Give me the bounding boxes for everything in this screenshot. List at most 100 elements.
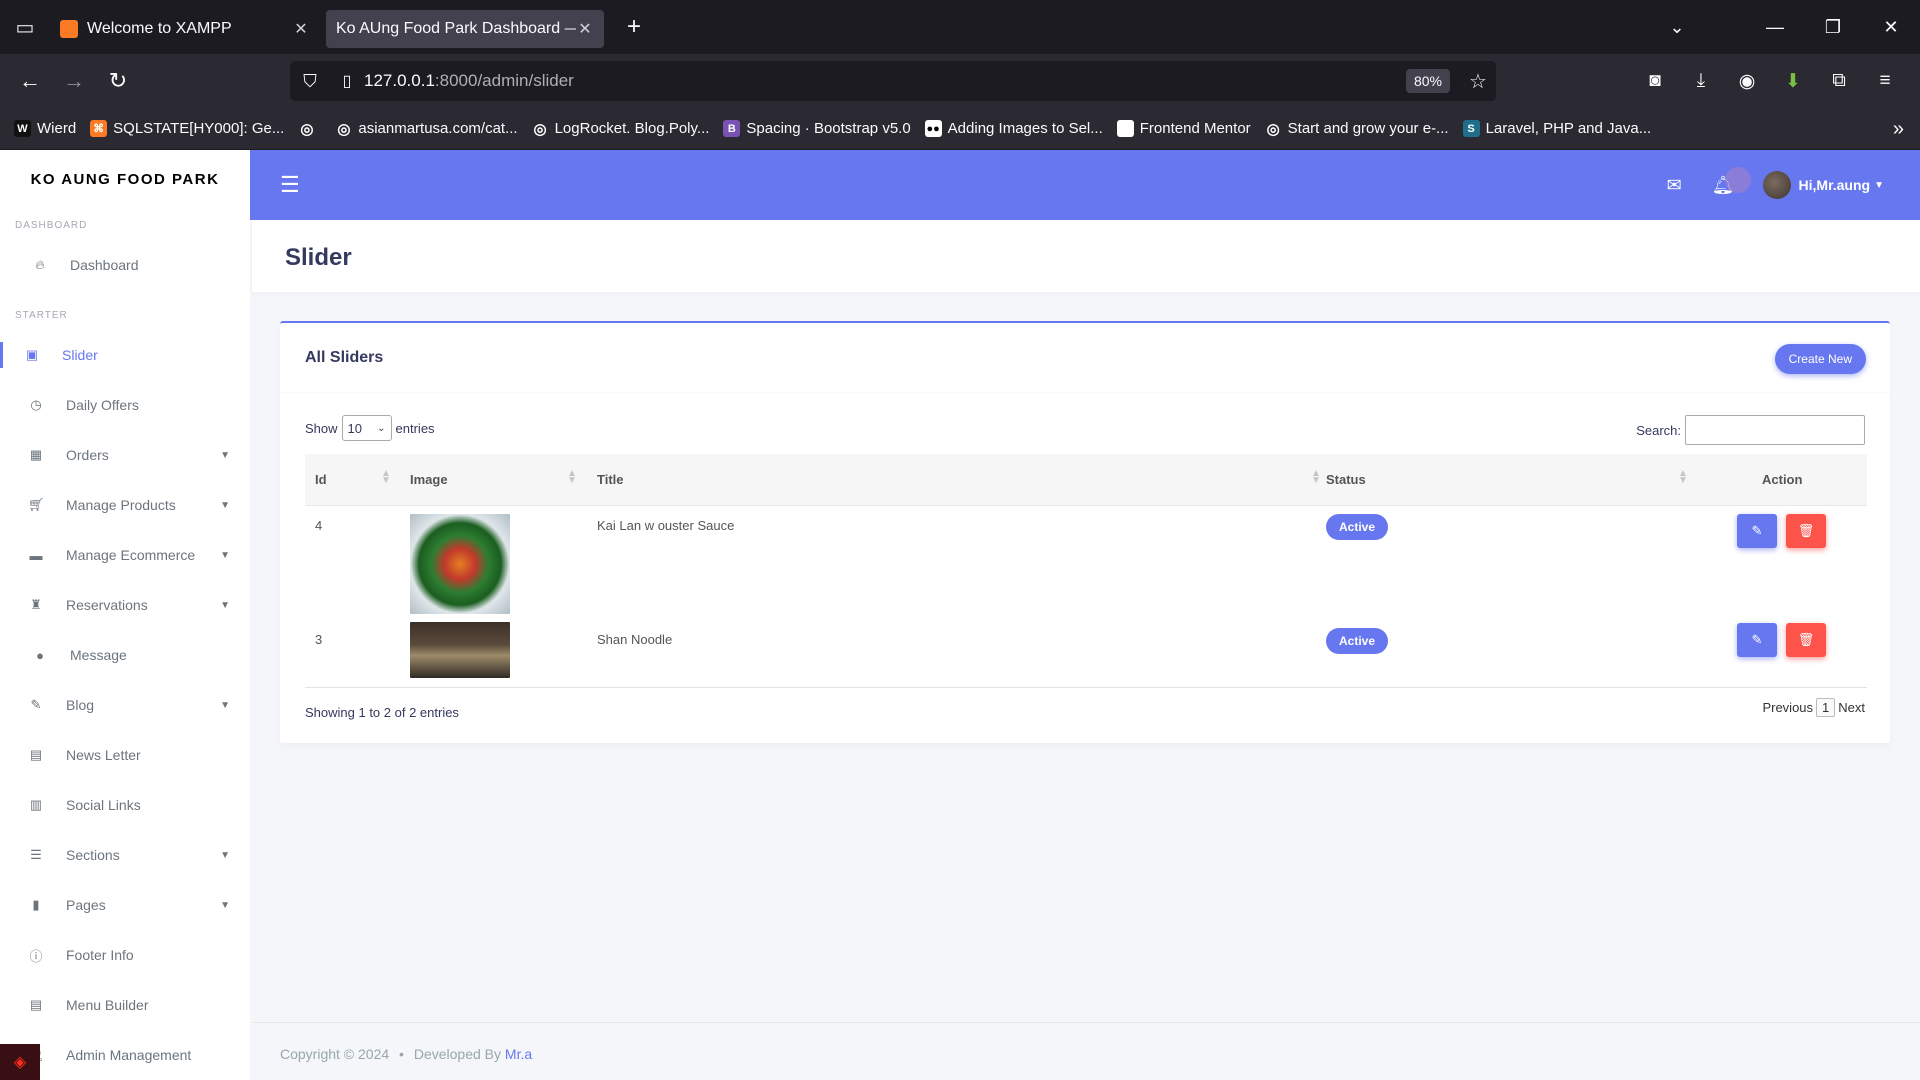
sidebar-item-pages[interactable]: ▮ Pages ▼: [0, 880, 250, 930]
chevron-down-icon: ⌄: [377, 422, 386, 434]
chevron-down-icon[interactable]: ⌄: [1648, 17, 1706, 38]
hamburger-menu-icon[interactable]: ☰: [280, 172, 300, 198]
bell-icon[interactable]: 🔔︎: [1712, 166, 1751, 196]
bookmark-star-icon[interactable]: ☆: [1460, 69, 1496, 94]
bookmark-item[interactable]: ◎: [298, 120, 321, 138]
sidebar-item-manage-products[interactable]: 🛒︎ Manage Products ▼: [0, 480, 250, 530]
sliders-table: Id ▲ ▼ Image ▲ ▼ Title ▲ ▼ Status ▲ ▼ Action…: [305, 454, 1867, 688]
bookmark-item[interactable]: ◎ LogRocket. Blog.Poly...: [532, 120, 710, 138]
menu-header-dashboard: DASHBOARD: [15, 220, 88, 231]
tab-xampp[interactable]: Welcome to XAMPP ✕: [50, 10, 320, 48]
sidebar-item-slider[interactable]: ▣ Slider: [0, 330, 250, 380]
reload-icon[interactable]: ↻: [96, 68, 140, 94]
tab-dashboard[interactable]: Ko AUng Food Park Dashboard — S ✕: [326, 10, 604, 48]
trash-icon: 🗑︎: [1797, 632, 1815, 647]
column-header-title[interactable]: Title: [597, 472, 624, 487]
bookmark-item[interactable]: ⌘ SQLSTATE[HY000]: Ge...: [90, 120, 284, 137]
globe-icon: ◎: [533, 120, 547, 138]
extensions-icon[interactable]: ⧉: [1816, 70, 1862, 92]
sidebar-item-social-links[interactable]: ▥ Social Links: [0, 780, 250, 830]
bookmark-item[interactable]: ●● Adding Images to Sel...: [924, 120, 1103, 137]
sidebar-item-orders[interactable]: ▦ Orders ▼: [0, 430, 250, 480]
forward-icon[interactable]: →: [52, 68, 96, 94]
sort-icon[interactable]: ▲ ▼: [1678, 469, 1688, 486]
download-icon[interactable]: ⤓: [1678, 70, 1724, 92]
brand-logo[interactable]: KO AUNG FOOD PARK: [0, 150, 250, 208]
bookmark-item[interactable]: Frontend Mentor: [1116, 120, 1251, 137]
bookmark-item[interactable]: B Spacing · Bootstrap v5.0: [723, 120, 911, 137]
bookmark-item[interactable]: ◎ asianmartusa.com/cat...: [335, 120, 517, 138]
trash-icon: 🗑︎: [1797, 523, 1815, 538]
sidebar-item-news-letter[interactable]: ▤ News Letter: [0, 730, 250, 780]
sidebar-item-dashboard[interactable]: 🔥︎ Dashboard: [0, 240, 250, 290]
caret-down-icon: ▼: [220, 449, 230, 461]
caret-down-icon: ▼: [220, 599, 230, 611]
frontend-mentor-icon: [1116, 120, 1134, 137]
tab-title: Ko AUng Food Park Dashboard — S: [336, 20, 576, 37]
sidebar-item-footer-info[interactable]: ⓘ Footer Info: [0, 930, 250, 980]
next-button[interactable]: Next: [1838, 700, 1865, 715]
entries-length: Show 10 ⌄ entries: [305, 415, 435, 441]
sort-desc-icon[interactable]: ▲ ▼: [381, 469, 391, 486]
close-tab-icon[interactable]: ✕: [576, 19, 594, 39]
zoom-indicator[interactable]: 80%: [1405, 69, 1450, 93]
entries-select[interactable]: 10 ⌄: [341, 415, 392, 441]
sidebar-item-daily-offers[interactable]: ◷ Daily Offers: [0, 380, 250, 430]
column-header-action: Action: [1762, 472, 1803, 487]
previous-button[interactable]: Previous: [1762, 700, 1813, 715]
notification-beep-icon: [1724, 166, 1751, 193]
edit-button[interactable]: ✎: [1737, 623, 1777, 657]
author-link[interactable]: Mr.a: [505, 1046, 532, 1062]
url-text[interactable]: 127.0.0.1:8000/admin/slider: [364, 71, 1406, 91]
envelope-icon[interactable]: ✉: [1667, 175, 1682, 196]
minimize-icon[interactable]: —: [1746, 17, 1804, 38]
menu-icon[interactable]: ≡: [1862, 70, 1908, 92]
delete-button[interactable]: 🗑︎: [1786, 514, 1826, 548]
sidebar-item-sections[interactable]: ☰ Sections ▼: [0, 830, 250, 880]
close-window-icon[interactable]: ✕: [1862, 17, 1920, 38]
sidebar-item-reservations[interactable]: ♜ Reservations ▼: [0, 580, 250, 630]
tab-title: Welcome to XAMPP: [87, 20, 232, 37]
sidebar-item-message[interactable]: ● Message: [0, 630, 250, 680]
extension-green-icon[interactable]: ⬇: [1770, 70, 1816, 93]
tab-list-icon[interactable]: ▭: [0, 0, 50, 54]
create-new-button[interactable]: Create New: [1774, 344, 1866, 374]
user-name[interactable]: Hi,Mr.aung: [1799, 177, 1871, 193]
sidebar-item-label: Social Links: [66, 797, 141, 813]
laravel-debugbar-icon[interactable]: ◈: [0, 1044, 40, 1080]
edit-button[interactable]: ✎: [1737, 514, 1777, 548]
restore-icon[interactable]: ❐: [1804, 17, 1862, 38]
column-header-id[interactable]: Id: [315, 472, 327, 487]
box-icon: ▦: [29, 447, 43, 462]
top-navbar: ☰ ✉ 🔔︎ Hi,Mr.aung ▼: [250, 150, 1920, 220]
sidebar-item-blog[interactable]: ✎ Blog ▼: [0, 680, 250, 730]
search-input[interactable]: [1685, 415, 1865, 445]
url-bar[interactable]: ⛉ ▯ 127.0.0.1:8000/admin/slider 80% ☆: [290, 61, 1496, 101]
sidebar-item-manage-ecommerce[interactable]: ▬ Manage Ecommerce ▼: [0, 530, 250, 580]
shield-icon[interactable]: ⛉: [290, 71, 330, 92]
caret-down-icon[interactable]: ▼: [1874, 180, 1884, 191]
datatable-info: Showing 1 to 2 of 2 entries: [305, 705, 459, 720]
bookmark-item[interactable]: S Laravel, PHP and Java...: [1462, 120, 1651, 137]
back-icon[interactable]: ←: [8, 68, 52, 94]
bookmark-item[interactable]: ◎ Start and grow your e-...: [1265, 120, 1449, 138]
sort-icon[interactable]: ▲ ▼: [1311, 469, 1321, 486]
pocket-icon[interactable]: ◙: [1632, 70, 1678, 92]
sidebar-item-label: Footer Info: [66, 947, 134, 963]
new-tab-button[interactable]: +: [612, 13, 656, 41]
page-number-button[interactable]: 1: [1816, 698, 1836, 717]
sort-icon[interactable]: ▲ ▼: [567, 469, 577, 486]
column-header-image[interactable]: Image: [410, 472, 448, 487]
sidebar-item-menu-builder[interactable]: ▤ Menu Builder: [0, 980, 250, 1030]
close-tab-icon[interactable]: ✕: [292, 19, 310, 39]
account-icon[interactable]: ◉: [1724, 70, 1770, 93]
fire-icon: 🔥︎: [35, 257, 45, 272]
browser-tab-bar: ▭ Welcome to XAMPP ✕ Ko AUng Food Park D…: [0, 0, 1920, 54]
chevron-double-right-icon[interactable]: »: [1893, 118, 1904, 141]
page-icon[interactable]: ▯: [330, 71, 364, 91]
bookmark-item[interactable]: W Wierd: [14, 120, 76, 137]
avatar[interactable]: [1762, 171, 1791, 199]
bookmarks-bar: W Wierd ⌘ SQLSTATE[HY000]: Ge... ◎ ◎ asianm…: [0, 108, 1920, 150]
column-header-status[interactable]: Status: [1326, 472, 1366, 487]
delete-button[interactable]: 🗑︎: [1786, 623, 1826, 657]
